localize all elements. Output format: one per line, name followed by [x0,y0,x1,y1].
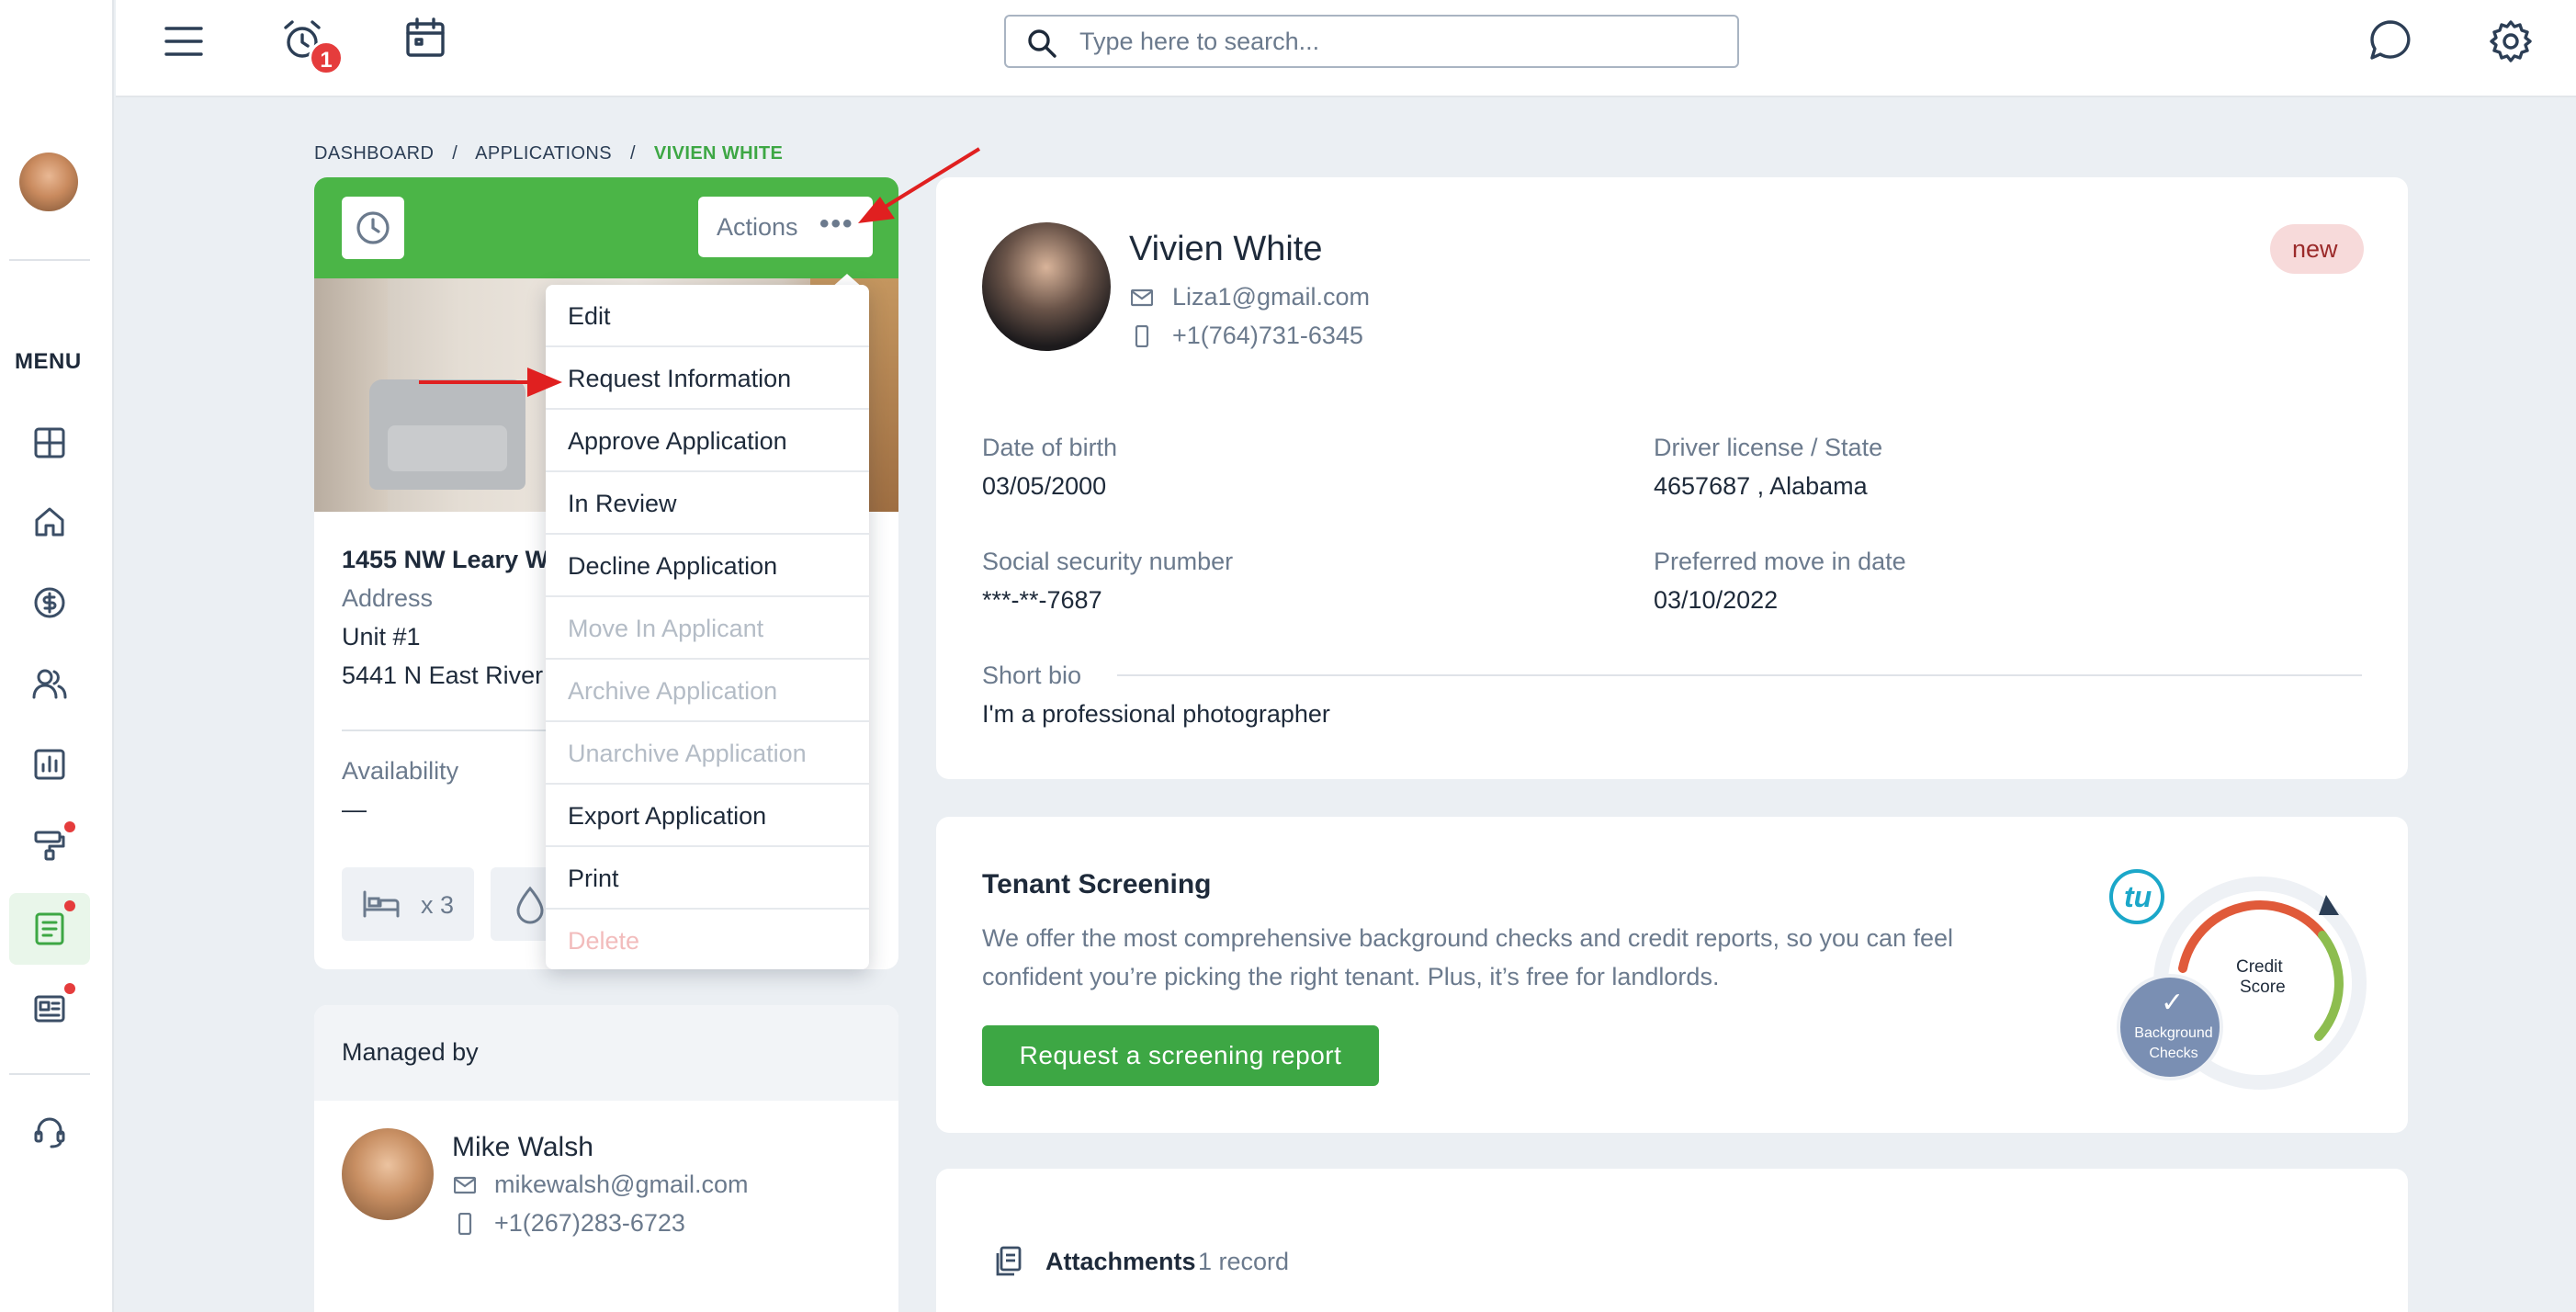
attachments-document-icon [996,1246,1022,1276]
background-checks-line2: Checks [2149,1046,2198,1061]
ssn-value: ***-**-7687 [982,586,1102,614]
applicant-name: Vivien White [1129,230,1323,268]
transunion-logo-text: tu [2124,880,2152,913]
screening-description-line1: We offer the most comprehensive backgrou… [982,924,1954,952]
transunion-logo: tu [2109,869,2164,924]
move-in-label: Preferred move in date [1654,548,1906,575]
background-checks-line1: Background [2134,1025,2213,1041]
license-value: 4657687 , Alabama [1654,472,1868,500]
credit-score-label-line2: Score [2240,978,2286,997]
bio-label: Short bio [982,662,1082,689]
attachments-card [936,1169,2408,1312]
license-label: Driver license / State [1654,434,1883,461]
applicant-email[interactable]: Liza1@gmail.com [1172,283,1370,311]
attachments-title[interactable]: Attachments [1045,1248,1196,1276]
bio-divider [1117,674,2362,676]
request-screening-button[interactable]: Request a screening report [982,1025,1379,1086]
attachments-count: 1 record [1198,1248,1290,1275]
background-checks-badge: ✓ Background Checks [2117,974,2223,1080]
screening-description-line2: confident you’re picking the right tenan… [982,963,1720,990]
checkmark-icon: ✓ [2161,988,2185,1018]
credit-gauge-graphic: tu Credit Score ✓ Background Checks [2109,862,2367,1110]
status-badge: new [2270,224,2364,274]
dob-label: Date of birth [982,434,1118,461]
credit-score-label-line1: Credit [2236,957,2283,977]
envelope-icon [1131,288,1153,307]
ssn-label: Social security number [982,548,1234,575]
move-in-value: 03/10/2022 [1654,586,1779,614]
status-badge-text: new [2292,235,2338,263]
applicant-phone[interactable]: +1(764)731-6345 [1172,322,1363,350]
dob-value: 03/05/2000 [982,472,1107,500]
bio-value: I'm a professional photographer [982,700,1330,728]
phone-icon [1135,325,1149,347]
screening-title: Tenant Screening [982,869,1212,899]
applicant-avatar [982,222,1111,351]
